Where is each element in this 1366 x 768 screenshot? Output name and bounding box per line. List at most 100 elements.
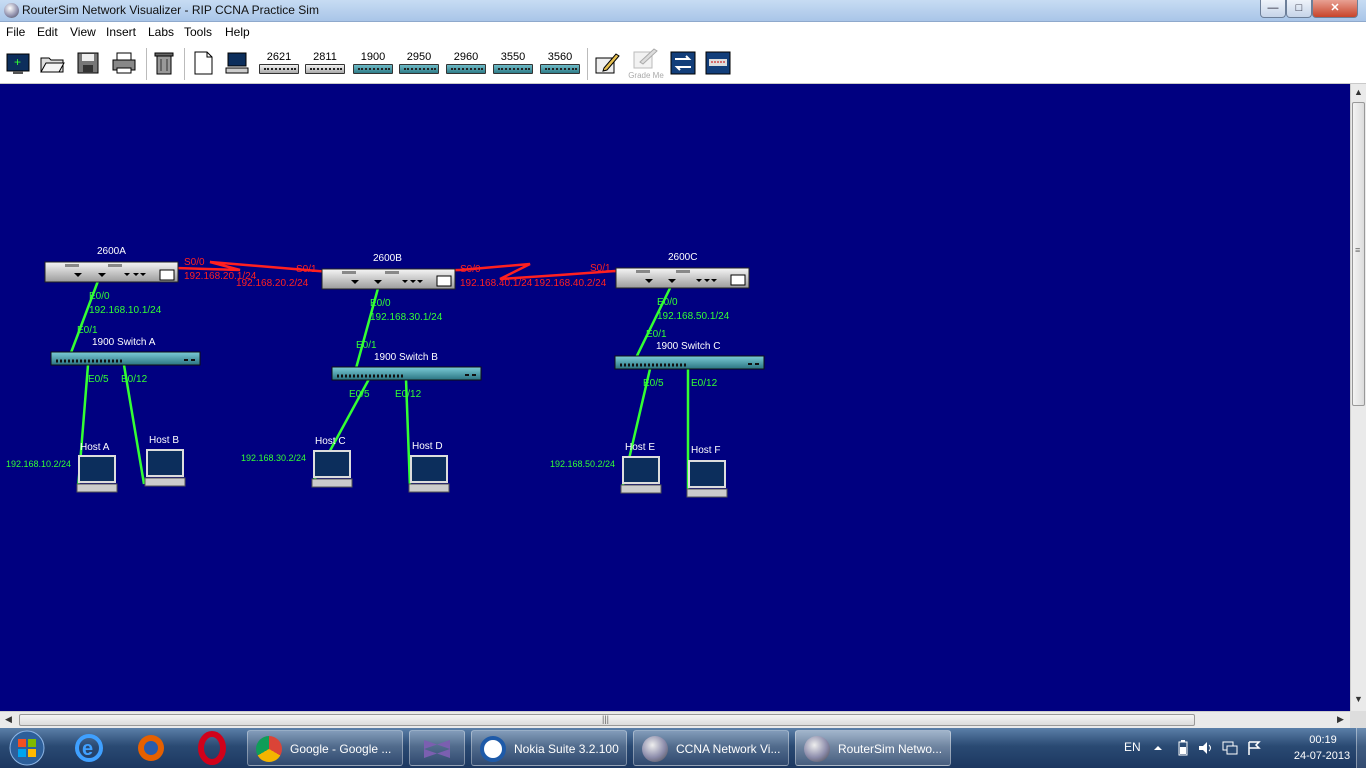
task-visual-studio[interactable] (409, 730, 465, 766)
device-button-2950[interactable]: 2950 (398, 51, 440, 77)
router-name: 2600A (97, 246, 126, 257)
computer-base (686, 488, 728, 498)
horizontal-scrollbar[interactable]: ◀ ||| ▶ (0, 711, 1350, 728)
scroll-right-icon[interactable]: ▶ (1337, 714, 1344, 725)
ie-icon[interactable]: e (62, 730, 116, 766)
host-e[interactable]: Host E 192.168.50.2/24 (550, 442, 662, 494)
horizontal-scroll-thumb[interactable]: ||| (19, 714, 1195, 726)
app-icon[interactable] (4, 3, 19, 18)
network-icon[interactable] (1222, 740, 1238, 756)
task-chrome[interactable]: Google - Google ... (247, 730, 403, 766)
print-icon[interactable] (111, 50, 137, 76)
scroll-left-icon[interactable]: ◀ (5, 714, 12, 725)
menu-tools[interactable]: Tools (184, 25, 212, 39)
clock-time[interactable]: 00:19 (1297, 734, 1349, 746)
host-f[interactable]: Host F (686, 445, 728, 498)
interface-label: E0/5 (88, 374, 109, 385)
title-bar: RouterSim Network Visualizer - RIP CCNA … (0, 0, 1366, 22)
vertical-scrollbar[interactable]: ▲ ≡ ▼ (1350, 84, 1366, 711)
host-c[interactable]: Host C 192.168.30.2/24 (241, 436, 353, 488)
save-icon[interactable] (75, 50, 101, 76)
switch-config-icon[interactable] (670, 50, 696, 76)
ip-label: 192.168.40.1/24 (460, 278, 533, 289)
taskbar: e Google - Google ... Nokia Suite 3.2.10… (0, 728, 1366, 768)
router-2600c[interactable]: 2600C S0/1 192.168.40.2/24 E0/0 192.168.… (534, 252, 750, 322)
volume-icon[interactable] (1198, 740, 1214, 756)
host-d[interactable]: Host D (408, 441, 450, 493)
computer-base (311, 478, 353, 488)
tray-expand-icon[interactable] (1152, 742, 1164, 754)
device-button-2960[interactable]: 2960 (445, 51, 487, 77)
scroll-down-icon[interactable]: ▼ (1354, 694, 1363, 704)
pencil-icon[interactable] (594, 50, 620, 76)
menu-view[interactable]: View (70, 25, 96, 39)
new-page-icon[interactable] (190, 50, 216, 76)
switch-a[interactable]: 1900 Switch A E0/1 E0/5 E0/12 (50, 325, 201, 385)
network-canvas[interactable]: 2600A S0/0 192.168.20.1/24 E0/0 192.168.… (0, 84, 1350, 711)
ip-label: 192.168.20.2/24 (236, 278, 309, 289)
grade-me-button[interactable]: Grade Me (628, 46, 664, 82)
interface-label: S0/1 (296, 264, 317, 275)
switch-c[interactable]: 1900 Switch C E0/1 E0/5 E0/12 (614, 329, 765, 389)
maximize-button[interactable]: □ (1286, 0, 1312, 18)
battery-icon[interactable] (1176, 740, 1190, 756)
device-button-1900[interactable]: 1900 (352, 51, 394, 77)
scroll-grip: ≡ (1355, 245, 1361, 255)
scroll-up-icon[interactable]: ▲ (1354, 87, 1363, 97)
menu-insert[interactable]: Insert (106, 25, 136, 39)
router-2600a[interactable]: 2600A S0/0 192.168.20.1/24 E0/0 192.168.… (44, 246, 257, 316)
switch-b[interactable]: 1900 Switch B E0/1 E0/5 E0/12 (331, 340, 482, 400)
host-a[interactable]: Host A 192.168.10.2/24 (6, 442, 118, 493)
router-chassis-detail (385, 271, 399, 274)
language-indicator[interactable]: EN (1124, 740, 1141, 754)
device-button-3560[interactable]: 3560 (539, 51, 581, 77)
firefox-icon[interactable] (124, 730, 178, 766)
device-button-2811[interactable]: 2811 (304, 51, 346, 77)
action-center-icon[interactable] (1246, 740, 1262, 756)
router-panel (730, 274, 746, 286)
opera-icon[interactable] (185, 730, 239, 766)
clock-date[interactable]: 24-07-2013 (1290, 750, 1354, 762)
interface-label: S0/0 (184, 257, 205, 268)
router-icon (305, 64, 345, 74)
host-name: Host E (625, 442, 655, 453)
interface-label: E0/12 (691, 378, 718, 389)
router-panel (159, 269, 175, 281)
toolbar-separator (146, 48, 147, 80)
device-label: 2811 (313, 51, 337, 63)
interface-label: E0/1 (356, 340, 377, 351)
open-icon[interactable] (39, 50, 65, 76)
router-chassis-detail (636, 270, 650, 273)
task-nokia-suite[interactable]: Nokia Suite 3.2.100 (471, 730, 627, 766)
menu-help[interactable]: Help (225, 25, 250, 39)
task-ccna-visualizer[interactable]: CCNA Network Vi... (633, 730, 789, 766)
host-b[interactable]: Host B (144, 435, 186, 487)
vertical-scroll-thumb[interactable]: ≡ (1352, 102, 1365, 406)
device-button-2621[interactable]: 2621 (258, 51, 300, 77)
switch-chassis (614, 355, 765, 370)
start-button-icon[interactable] (2, 729, 52, 767)
interface-label: E0/1 (646, 329, 667, 340)
close-button[interactable]: ✕ (1312, 0, 1358, 18)
new-icon[interactable]: + (5, 50, 31, 76)
svg-text:e: e (82, 738, 93, 760)
computer-icon[interactable] (224, 50, 250, 76)
grade-me-icon (633, 48, 658, 69)
computer-base (76, 483, 118, 493)
task-routersim[interactable]: RouterSim Netwo... (795, 730, 951, 766)
device-label: 2960 (453, 51, 479, 63)
router-2600b[interactable]: 2600B S0/1 192.168.20.2/24 S0/0 192.168.… (236, 253, 533, 323)
device-button-3550[interactable]: 3550 (492, 51, 534, 77)
router-chassis-detail (65, 264, 79, 267)
menu-edit[interactable]: Edit (37, 25, 58, 39)
show-desktop-button[interactable] (1356, 728, 1366, 768)
router-chassis-detail (108, 264, 122, 267)
menu-file[interactable]: File (6, 25, 25, 39)
switch-name: 1900 Switch C (656, 341, 720, 352)
menu-labs[interactable]: Labs (148, 25, 174, 39)
minimize-button[interactable]: — (1260, 0, 1286, 18)
task-label: Nokia Suite 3.2.100 (514, 742, 619, 756)
task-label: CCNA Network Vi... (676, 742, 781, 756)
console-icon[interactable] (705, 50, 731, 76)
delete-icon[interactable] (151, 50, 177, 76)
